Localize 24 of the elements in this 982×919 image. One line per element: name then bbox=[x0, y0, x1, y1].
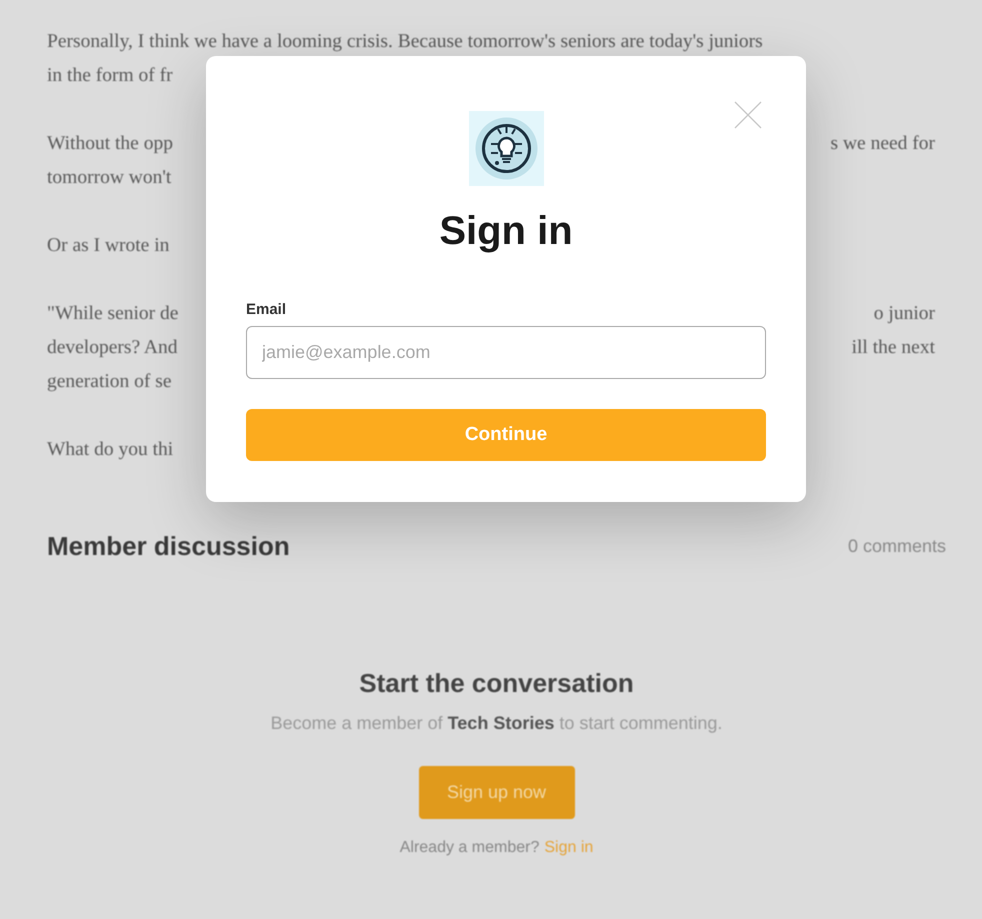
signup-button[interactable]: Sign up now bbox=[418, 766, 574, 819]
cta-text: Become a member of Tech Stories to start commenting. bbox=[270, 713, 722, 734]
paragraph-text: What do you thi bbox=[47, 439, 174, 461]
comment-count: 0 comments bbox=[848, 536, 946, 557]
signin-link[interactable]: Sign in bbox=[544, 839, 594, 857]
paragraph-text: tomorrow won't bbox=[47, 167, 172, 189]
dialog-title: Sign in bbox=[439, 208, 573, 254]
paragraph-text: s we need for bbox=[830, 133, 935, 155]
paragraph-text: Personally, I think we have a looming crisis. Because tomorrow's seniors are today's juniors bbox=[47, 31, 763, 53]
close-icon[interactable] bbox=[734, 101, 762, 129]
paragraph-text: developers? And bbox=[47, 337, 178, 359]
paragraph-text: generation of se bbox=[47, 371, 172, 393]
lightbulb-logo-icon bbox=[468, 111, 544, 186]
cta-title: Start the conversation bbox=[359, 668, 634, 699]
email-label: Email bbox=[246, 301, 286, 318]
paragraph-text: "While senior de bbox=[47, 303, 178, 325]
member-prompt: Already a member? bbox=[400, 839, 540, 857]
section-title: Member discussion bbox=[47, 531, 290, 562]
paragraph-text: o junior bbox=[874, 303, 935, 325]
paragraph-text: in the form of fr bbox=[47, 65, 173, 87]
paragraph-text: Without the opp bbox=[47, 133, 173, 155]
paragraph-text: ill the next bbox=[852, 337, 935, 359]
continue-button[interactable]: Continue bbox=[246, 409, 766, 461]
paragraph-text: Or as I wrote in bbox=[47, 235, 170, 257]
